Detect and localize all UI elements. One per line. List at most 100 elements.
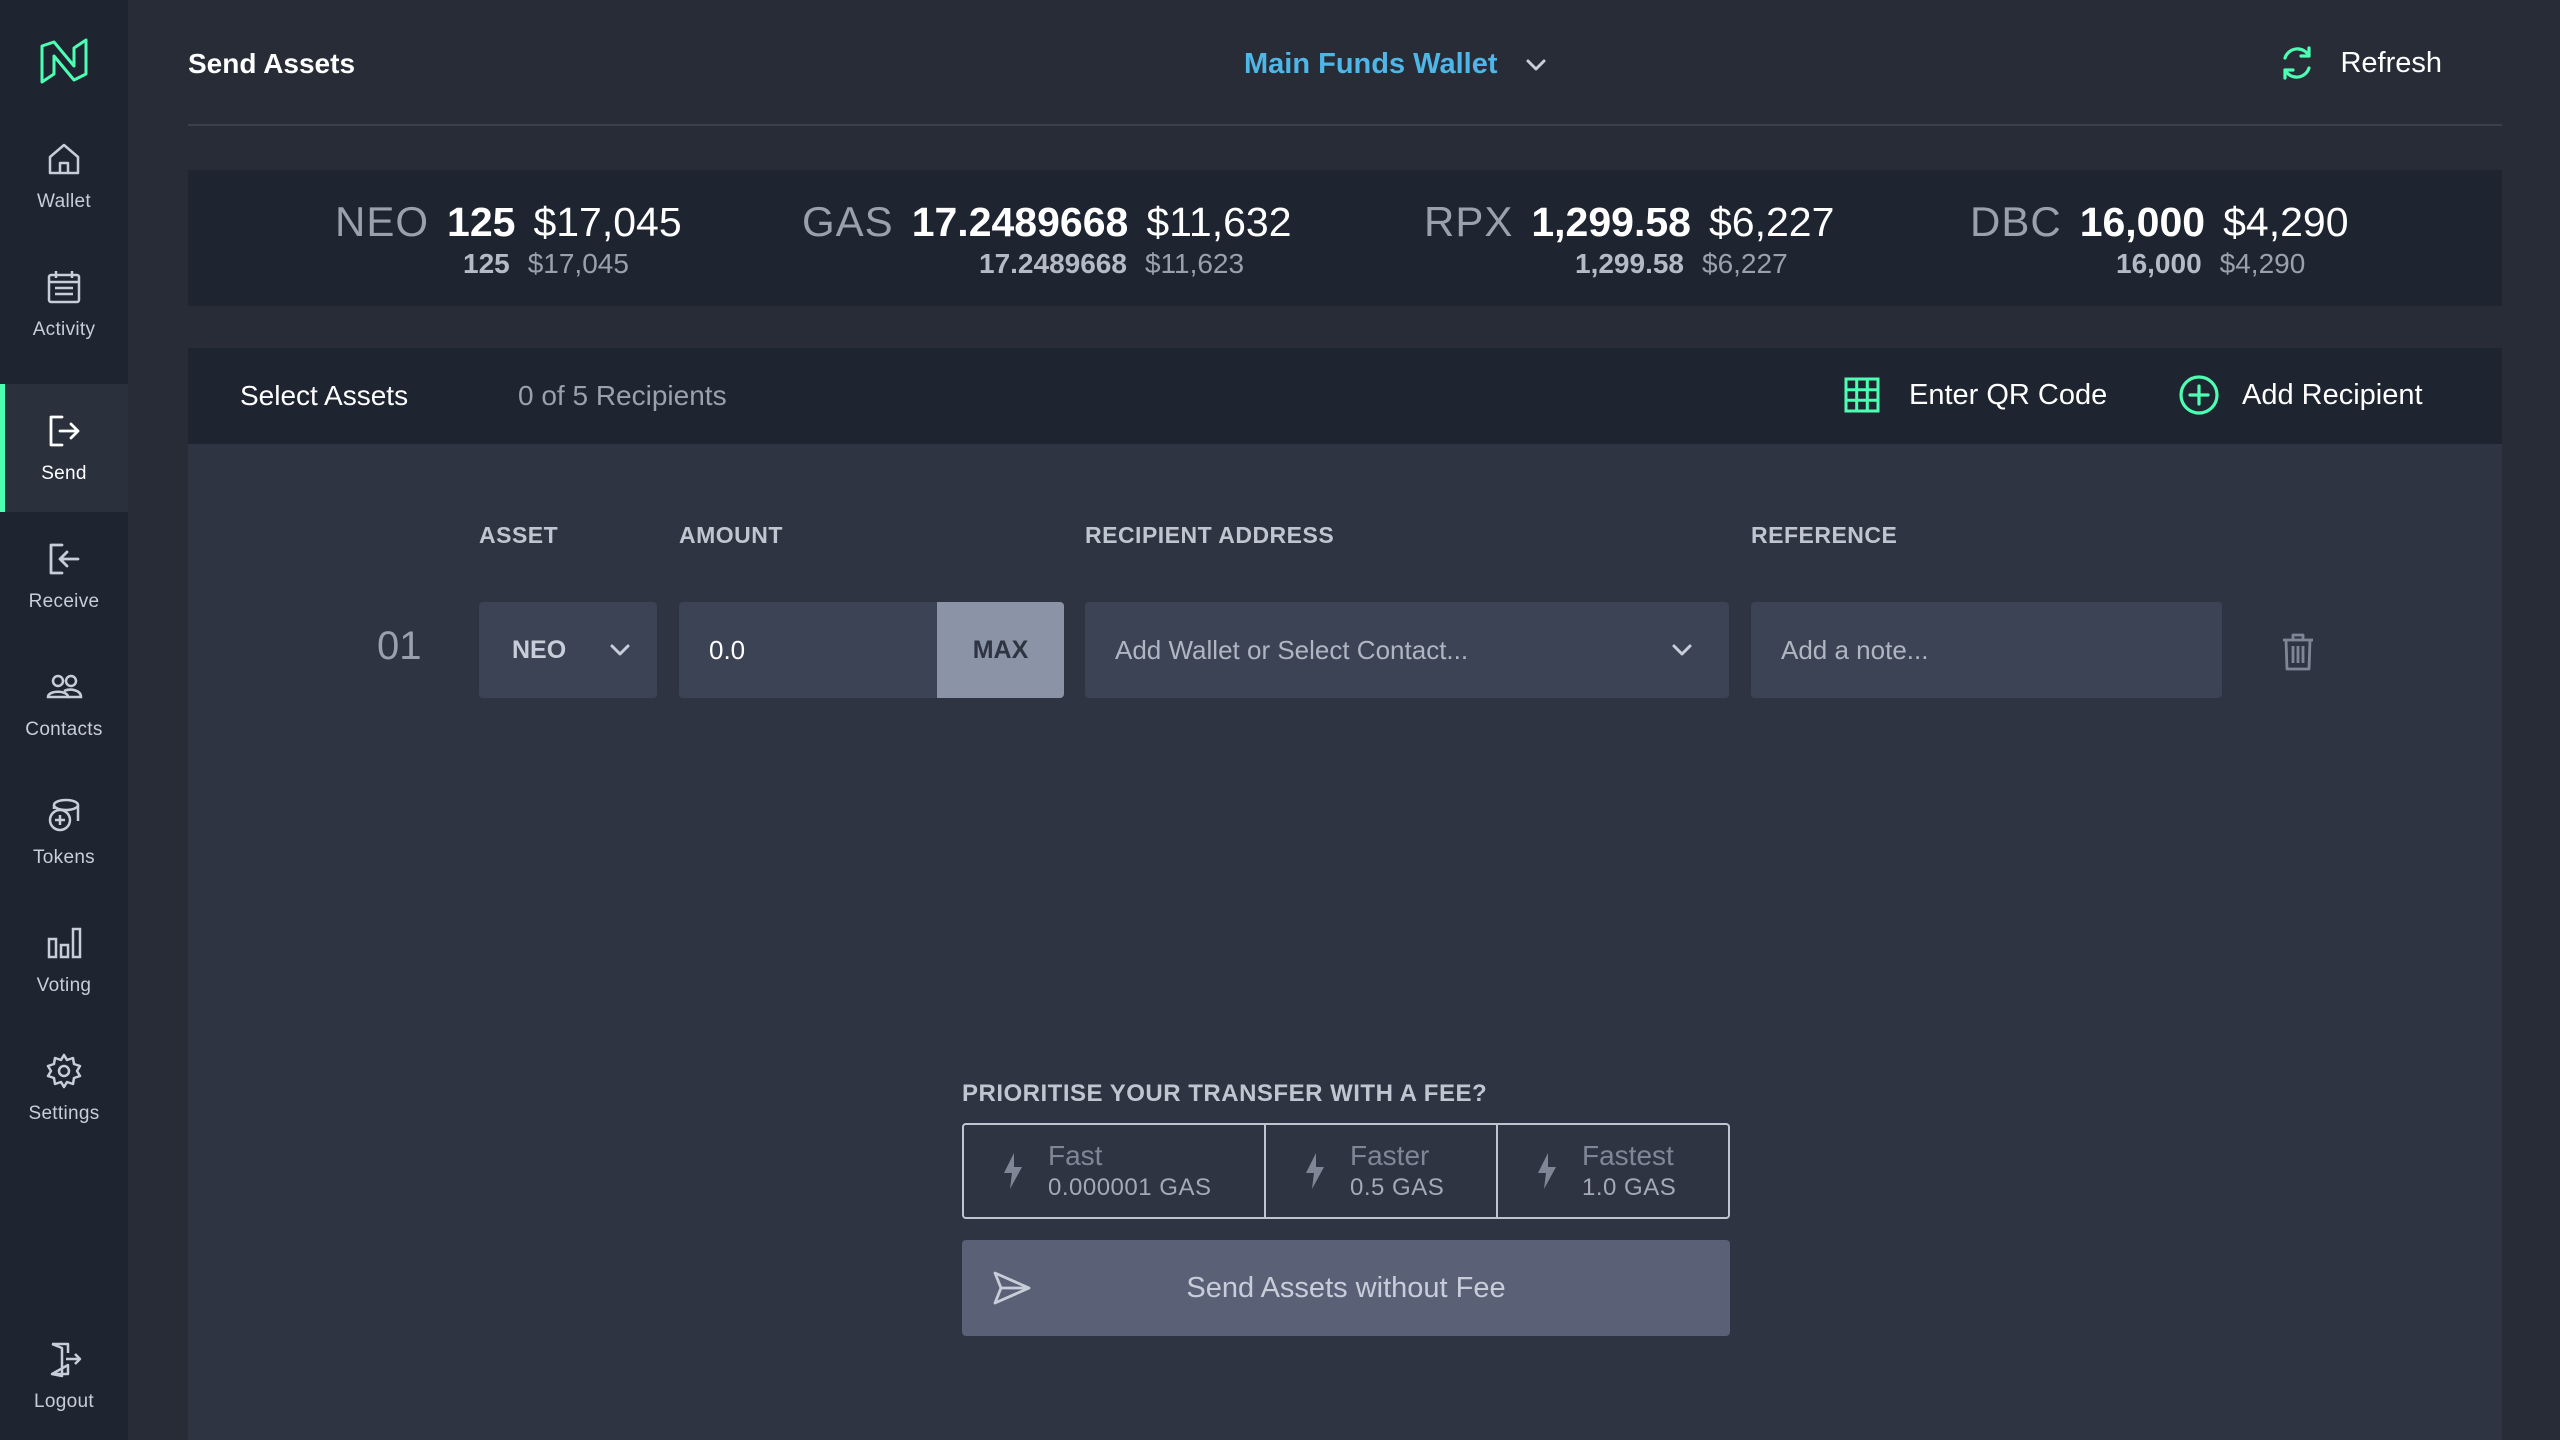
add-recipient-label: Add Recipient <box>2242 378 2423 411</box>
reference-input[interactable]: Add a note... <box>1751 602 2222 698</box>
refresh-button[interactable]: Refresh <box>2278 44 2442 82</box>
asset-select-value: NEO <box>512 635 567 664</box>
asset-usd-value: $4,290 <box>2223 199 2349 245</box>
asset-usd-value: $11,632 <box>1146 199 1292 245</box>
asset-amount: 125 <box>447 199 516 245</box>
chevron-down-icon <box>610 644 630 656</box>
refresh-label: Refresh <box>2340 46 2442 79</box>
neon-logo-icon[interactable] <box>36 34 92 90</box>
receive-icon <box>49 543 80 575</box>
fee-option-text: Fastest 1.0 GAS <box>1582 1140 1676 1202</box>
column-header-amount: AMOUNT <box>679 522 783 548</box>
fee-option-text: Faster 0.5 GAS <box>1350 1140 1444 1202</box>
paper-plane-icon <box>993 1271 1031 1305</box>
asset-usd-secondary: $11,623 <box>1144 248 1245 279</box>
asset-usd-secondary: $4,290 <box>2219 248 2306 279</box>
asset-amount: 1,299.58 <box>1531 199 1691 245</box>
lightning-icon <box>1306 1153 1324 1189</box>
trash-icon[interactable] <box>2280 632 2316 672</box>
send-panel-header: Select Assets 0 of 5 Recipients Enter QR… <box>188 348 2502 444</box>
asset-usd-value: $17,045 <box>533 199 682 245</box>
asset-amount-secondary: 125 <box>463 248 510 279</box>
fee-option-fast[interactable]: Fast 0.000001 GAS <box>964 1125 1264 1217</box>
fee-options: Fast 0.000001 GAS Faster 0.5 GAS Fastest… <box>962 1123 1730 1219</box>
asset-symbol: DBC <box>1970 198 2062 245</box>
reference-placeholder: Add a note... <box>1781 634 1929 665</box>
sidebar-item-send[interactable]: Send <box>0 384 128 512</box>
fee-title: PRIORITISE YOUR TRANSFER WITH A FEE? <box>962 1080 1488 1107</box>
sidebar-item-wallet[interactable]: Wallet <box>0 112 128 240</box>
fee-option-fastest[interactable]: Fastest 1.0 GAS <box>1496 1125 1728 1217</box>
sidebar-item-label: Tokens <box>32 847 95 868</box>
asset-amount-secondary: 1,299.58 <box>1575 248 1684 279</box>
sidebar-item-label: Send <box>41 463 87 484</box>
asset-amount: 17.2489668 <box>911 199 1129 245</box>
select-assets-label: Select Assets <box>240 380 409 411</box>
send-assets-label: Send Assets without Fee <box>1186 1271 1506 1304</box>
main-content: Send Assets Main Funds Wallet Refresh NE… <box>128 0 2560 1440</box>
sidebar-item-label: Logout <box>34 1391 94 1412</box>
asset-usd-secondary: $6,227 <box>1702 248 1788 279</box>
recipient-row-index: 01 <box>377 624 422 668</box>
header: Send Assets Main Funds Wallet Refresh <box>188 0 2502 126</box>
address-placeholder: Add Wallet or Select Contact... <box>1115 634 1469 665</box>
plus-circle-icon <box>2179 375 2219 415</box>
column-header-address: RECIPIENT ADDRESS <box>1085 522 1335 548</box>
fee-option-value: 0.5 GAS <box>1350 1174 1445 1201</box>
home-icon <box>48 143 80 175</box>
sidebar-item-contacts[interactable]: Contacts <box>0 640 128 768</box>
amount-input[interactable]: 0.0 <box>679 602 937 698</box>
sidebar-item-voting[interactable]: Voting <box>0 896 128 1024</box>
fee-option-value: 0.000001 GAS <box>1048 1174 1212 1201</box>
lightning-icon <box>1004 1153 1022 1189</box>
asset-symbol: RPX <box>1424 198 1514 245</box>
send-assets-button[interactable]: Send Assets without Fee <box>962 1240 1730 1336</box>
tokens-icon <box>48 798 80 832</box>
asset-amount-secondary: 17.2489668 <box>979 248 1127 279</box>
fee-option-name: Fast <box>1048 1140 1103 1171</box>
enter-qr-code-button[interactable]: Enter QR Code <box>1843 376 2107 414</box>
fee-option-text: Fast 0.000001 GAS <box>1048 1140 1211 1202</box>
max-button[interactable]: MAX <box>937 602 1064 698</box>
fee-option-name: Faster <box>1350 1140 1430 1171</box>
asset-symbol: NEO <box>335 198 430 245</box>
qr-label: Enter QR Code <box>1909 378 2108 411</box>
column-header-reference: REFERENCE <box>1751 522 1898 548</box>
chevron-down-icon <box>1672 644 1692 656</box>
balance-bar: NEO 125 $17,045 125 $17,045 GAS 17.24896… <box>188 170 2502 306</box>
fee-option-faster[interactable]: Faster 0.5 GAS <box>1264 1125 1496 1217</box>
asset-usd-value: $6,227 <box>1708 199 1835 245</box>
lightning-icon <box>1538 1153 1556 1189</box>
sidebar-item-label: Voting <box>36 975 92 996</box>
sidebar-item-label: Contacts <box>25 719 103 740</box>
recipient-count: 0 of 5 Recipients <box>518 380 727 411</box>
sidebar-item-label: Receive <box>28 591 100 612</box>
chevron-down-icon <box>1526 59 1546 70</box>
wallet-selector[interactable]: Main Funds Wallet <box>1244 48 1549 81</box>
recipient-address-input[interactable]: Add Wallet or Select Contact... <box>1085 602 1729 698</box>
page-title: Send Assets <box>188 48 356 79</box>
column-header-asset: ASSET <box>479 522 559 548</box>
voting-icon <box>47 927 82 959</box>
send-icon <box>49 415 80 447</box>
sidebar-item-tokens[interactable]: Tokens <box>0 768 128 896</box>
sidebar-item-settings[interactable]: Settings <box>0 1024 128 1152</box>
contacts-icon <box>46 674 83 699</box>
sidebar: Wallet Activity Send Receive Contacts To… <box>0 0 128 1440</box>
sidebar-item-activity[interactable]: Activity <box>0 240 128 368</box>
asset-amount: 16,000 <box>2079 199 2206 245</box>
refresh-icon <box>2283 46 2312 80</box>
sidebar-item-label: Settings <box>28 1103 100 1124</box>
sidebar-item-label: Activity <box>32 319 96 340</box>
asset-select[interactable]: NEO <box>479 602 657 698</box>
logout-icon <box>50 1342 82 1378</box>
wallet-name: Main Funds Wallet <box>1244 48 1498 80</box>
gear-icon <box>46 1053 82 1089</box>
asset-usd-secondary: $17,045 <box>527 248 629 279</box>
fee-option-value: 1.0 GAS <box>1582 1174 1677 1201</box>
asset-amount-secondary: 16,000 <box>2116 248 2202 279</box>
sidebar-item-receive[interactable]: Receive <box>0 512 128 640</box>
sidebar-item-logout[interactable]: Logout <box>0 1312 128 1440</box>
asset-symbol: GAS <box>802 198 894 245</box>
add-recipient-button[interactable]: Add Recipient <box>2178 374 2423 416</box>
